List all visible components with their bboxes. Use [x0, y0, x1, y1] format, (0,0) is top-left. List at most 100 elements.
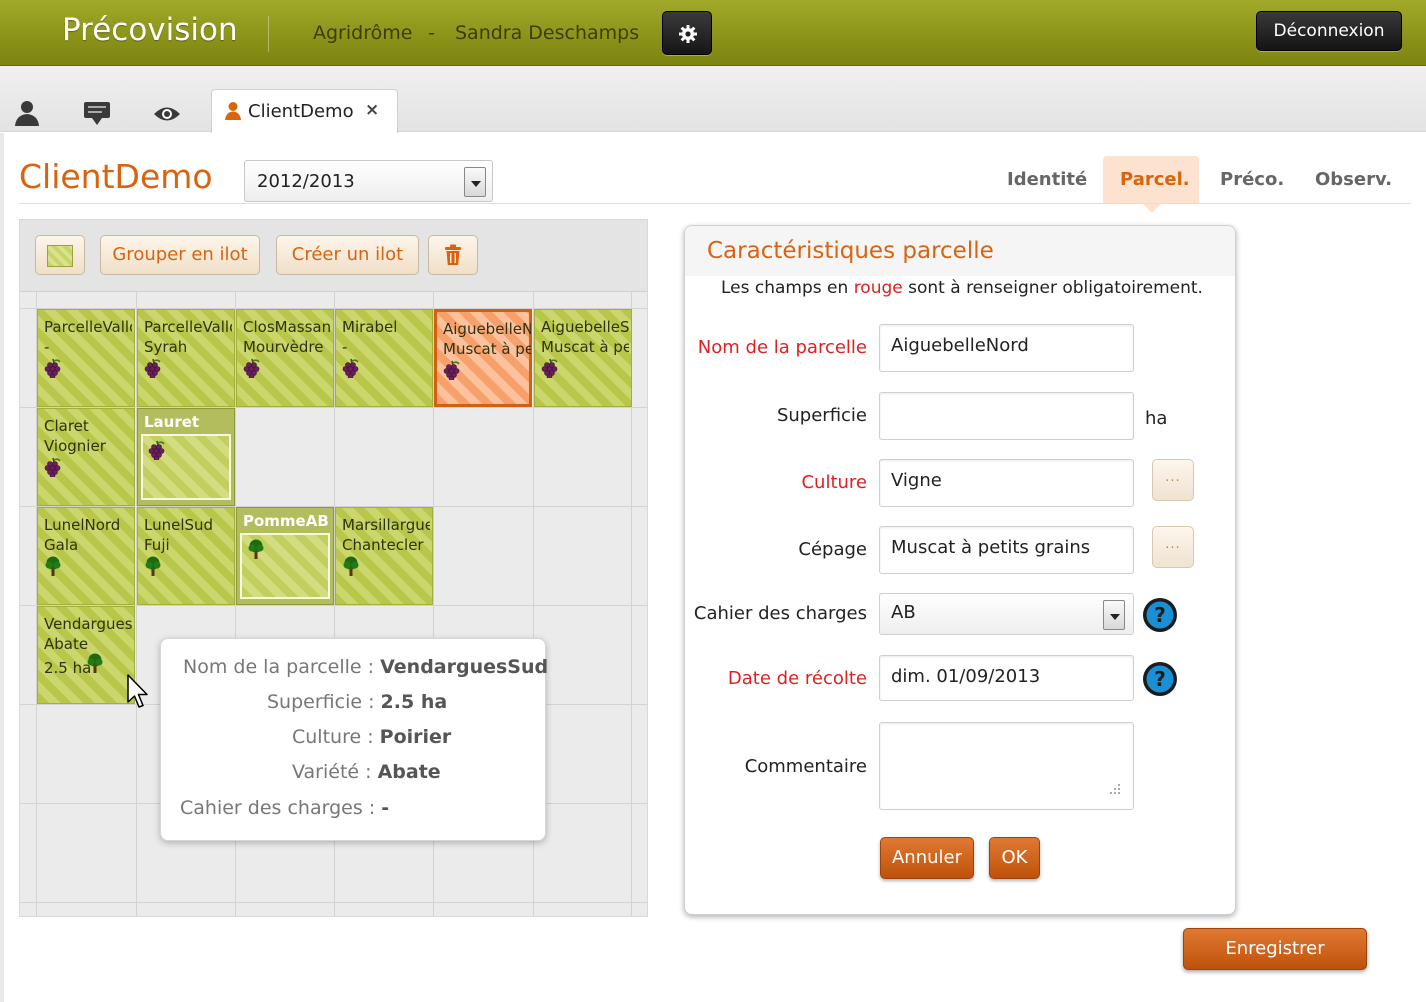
tab-observations[interactable]: Observ.	[1315, 169, 1392, 190]
parcel-variety: Gala	[44, 536, 79, 554]
chevron-down-icon[interactable]	[464, 167, 486, 197]
parcel-cell-selected[interactable]: AiguebelleNord Muscat à petits grains	[434, 309, 532, 407]
group-islet-button[interactable]: Grouper en ilot	[100, 235, 260, 275]
grape-icon	[44, 358, 61, 380]
parcel-icon	[44, 358, 62, 382]
tooltip-label: Culture :	[292, 726, 374, 748]
parcel-variety: Abate	[44, 635, 89, 653]
cepage-input[interactable]: Muscat à petits grains	[879, 526, 1134, 574]
tab-identite[interactable]: Identité	[1007, 169, 1087, 190]
grape-icon	[44, 457, 61, 479]
parcel-color-button[interactable]	[35, 235, 85, 275]
islet-group-cell[interactable]: Lauret	[137, 408, 235, 506]
islet-inner	[240, 533, 330, 599]
parcel-cell[interactable]: VendarguesSud Abate 2.5 ha	[37, 606, 135, 704]
delete-button[interactable]	[428, 235, 478, 275]
tooltip-row-culture: Culture : Poirier	[292, 726, 451, 748]
area-input[interactable]	[879, 392, 1134, 440]
parcel-cell[interactable]: LunelSud Fuji	[137, 507, 235, 605]
tree-icon	[145, 556, 161, 576]
left-edge	[0, 133, 4, 1002]
help-icon[interactable]: ?	[1142, 597, 1178, 633]
parcel-name: ParcelleVallon	[144, 318, 232, 336]
culture-input[interactable]: Vigne	[879, 459, 1134, 507]
chevron-down-icon[interactable]	[1103, 600, 1125, 630]
close-icon[interactable]: ×	[365, 100, 379, 120]
parcel-cell[interactable]: LunelNord Gala	[37, 507, 135, 605]
grape-icon	[144, 358, 161, 380]
tree-icon	[87, 653, 103, 673]
parcel-name: ParcelleVallon	[44, 318, 132, 336]
tooltip-label: Nom de la parcelle :	[183, 656, 375, 678]
save-button[interactable]: Enregistrer	[1183, 928, 1367, 970]
tooltip-row-name: Nom de la parcelle : VendarguesSud	[183, 656, 548, 678]
parcel-icon	[243, 358, 261, 382]
parcel-area: 2.5 ha	[44, 659, 92, 677]
tree-icon	[248, 539, 264, 559]
islet-group-cell[interactable]: PommeAB	[236, 507, 334, 605]
eye-icon[interactable]	[152, 104, 182, 124]
tab-parcelles[interactable]: Parcel.	[1120, 169, 1190, 190]
parcel-cell[interactable]: ClosMassane Mourvèdre	[236, 309, 334, 407]
parcel-variety: Viognier	[44, 437, 106, 455]
header-separator: -	[428, 22, 435, 44]
trash-icon	[445, 244, 461, 265]
parcel-name-label: Nom de la parcelle	[697, 337, 867, 358]
gear-icon	[679, 25, 697, 43]
tree-icon	[343, 556, 359, 576]
harvest-date-label: Date de récolte	[727, 668, 867, 689]
ok-button[interactable]: OK	[989, 837, 1040, 879]
islet-name: PommeAB	[243, 512, 329, 530]
cepage-picker-button[interactable]: ...	[1152, 526, 1194, 568]
create-islet-button[interactable]: Créer un ilot	[276, 235, 419, 275]
parcel-cell[interactable]: Mirabel -	[335, 309, 433, 407]
parcel-icon	[443, 360, 461, 384]
culture-label: Culture	[801, 472, 867, 493]
grape-icon	[443, 360, 460, 382]
parcel-variety: Fuji	[144, 536, 170, 554]
help-icon[interactable]: ?	[1142, 661, 1178, 697]
tooltip-value: VendarguesSud	[380, 656, 549, 678]
app-title: Précovision	[62, 12, 238, 48]
settings-button[interactable]	[662, 11, 712, 55]
note-text: Les champs en	[721, 278, 849, 298]
tooltip-label: Superficie :	[267, 691, 375, 713]
comment-label: Commentaire	[744, 756, 867, 777]
comment-textarea[interactable]	[879, 722, 1134, 810]
tooltip-row-variety: Variété : Abate	[292, 761, 441, 783]
cancel-button[interactable]: Annuler	[880, 837, 974, 879]
logout-button[interactable]: Déconnexion	[1256, 11, 1402, 51]
charter-label: Cahier des charges	[693, 603, 867, 624]
parcel-cell[interactable]: ParcelleVallon Syrah	[137, 309, 235, 407]
organization-name: Agridrôme	[313, 22, 413, 44]
tab-preconisations[interactable]: Préco.	[1220, 169, 1284, 190]
parcel-cell[interactable]: Marsillargues Chantecler	[335, 507, 433, 605]
person-icon[interactable]	[12, 98, 42, 128]
resize-handle-icon[interactable]	[1106, 782, 1122, 796]
culture-picker-button[interactable]: ...	[1152, 459, 1194, 501]
parcel-swatch-icon	[47, 245, 73, 267]
parcel-icon	[342, 556, 360, 580]
tab-client[interactable]: ClientDemo ×	[211, 89, 398, 133]
charter-select[interactable]: AB	[879, 593, 1134, 635]
parcel-characteristics-panel: Caractéristiques parcelle Les champs en …	[684, 225, 1236, 915]
parcel-variety: Chantecler	[342, 536, 424, 554]
parcel-cell[interactable]: Claret Viognier	[37, 408, 135, 506]
harvest-date-input[interactable]: dim. 01/09/2013	[879, 655, 1134, 701]
grid-line	[20, 902, 647, 903]
tooltip-row-area: Superficie : 2.5 ha	[267, 691, 447, 713]
panel-title: Caractéristiques parcelle	[707, 238, 994, 264]
season-select[interactable]: 2012/2013	[244, 160, 493, 202]
grape-icon	[243, 358, 260, 380]
mouse-cursor-icon	[127, 674, 148, 708]
parcel-icon	[144, 358, 162, 382]
parcel-cell[interactable]: ParcelleVallon -	[37, 309, 135, 407]
parcel-cell[interactable]: AiguebelleSud Muscat à petits grains	[534, 309, 632, 407]
area-unit: ha	[1145, 408, 1168, 429]
map-toolbar: Grouper en ilot Créer un ilot	[20, 220, 647, 292]
comment-icon[interactable]	[82, 100, 112, 128]
parcel-name-input[interactable]: AiguebelleNord	[879, 324, 1134, 372]
parcel-name: AiguebelleNord	[443, 320, 531, 338]
tab-client-label: ClientDemo	[248, 101, 354, 122]
islet-name: Lauret	[144, 413, 200, 431]
